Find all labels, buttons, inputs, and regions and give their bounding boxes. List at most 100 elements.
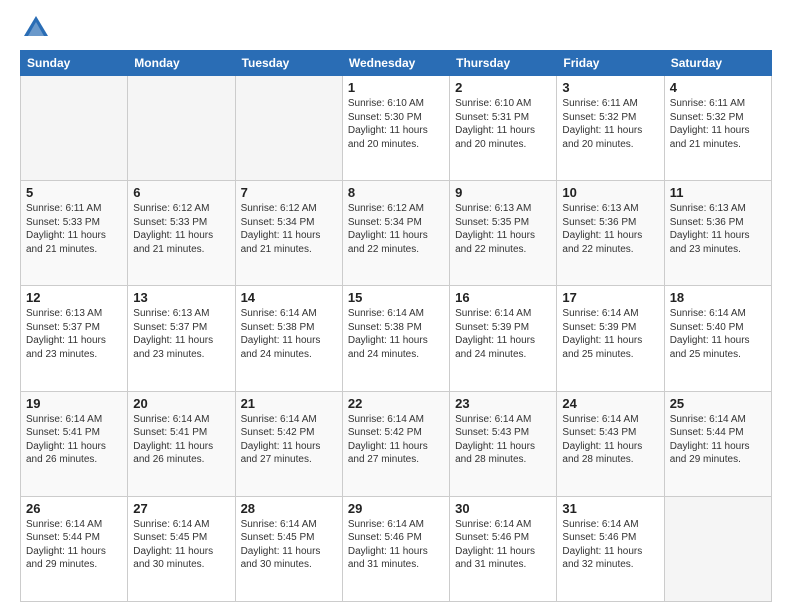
calendar-cell: 22 Sunrise: 6:14 AM Sunset: 5:42 PM Dayli… — [342, 391, 449, 496]
day-info: Sunrise: 6:13 AM Sunset: 5:37 PM Dayligh… — [26, 307, 122, 361]
day-info: Sunrise: 6:14 AM Sunset: 5:42 PM Dayligh… — [241, 413, 337, 467]
day-number: 30 — [455, 501, 551, 516]
weekday-header-friday: Friday — [557, 51, 664, 76]
logo-icon — [22, 12, 50, 40]
calendar-table: SundayMondayTuesdayWednesdayThursdayFrid… — [20, 50, 772, 602]
day-info: Sunrise: 6:11 AM Sunset: 5:33 PM Dayligh… — [26, 202, 122, 256]
day-info: Sunrise: 6:13 AM Sunset: 5:35 PM Dayligh… — [455, 202, 551, 256]
day-number: 2 — [455, 80, 551, 95]
calendar-cell: 8Sunrise: 6:12 AM Sunset: 5:34 PM Daylig… — [342, 181, 449, 286]
calendar-week-3: 12 Sunrise: 6:13 AM Sunset: 5:37 PM Dayli… — [21, 286, 772, 391]
calendar-cell: 26 Sunrise: 6:14 AM Sunset: 5:44 PM Dayli… — [21, 496, 128, 601]
day-info: Sunrise: 6:14 AM Sunset: 5:38 PM Dayligh… — [241, 307, 337, 361]
calendar-cell: 4 Sunrise: 6:11 AM Sunset: 5:32 PM Daylig… — [664, 76, 771, 181]
day-info: Sunrise: 6:11 AM Sunset: 5:32 PM Dayligh… — [562, 97, 658, 151]
weekday-header-thursday: Thursday — [450, 51, 557, 76]
calendar-cell: 13 Sunrise: 6:13 AM Sunset: 5:37 PM Dayli… — [128, 286, 235, 391]
calendar-cell — [21, 76, 128, 181]
day-info: Sunrise: 6:13 AM Sunset: 5:36 PM Dayligh… — [562, 202, 658, 256]
day-number: 20 — [133, 396, 229, 411]
day-number: 9 — [455, 185, 551, 200]
weekday-header-wednesday: Wednesday — [342, 51, 449, 76]
day-number: 17 — [562, 290, 658, 305]
calendar-week-5: 26 Sunrise: 6:14 AM Sunset: 5:44 PM Dayli… — [21, 496, 772, 601]
day-info: Sunrise: 6:14 AM Sunset: 5:45 PM Dayligh… — [133, 518, 229, 572]
calendar-cell: 14 Sunrise: 6:14 AM Sunset: 5:38 PM Dayli… — [235, 286, 342, 391]
calendar-cell: 31 Sunrise: 6:14 AM Sunset: 5:46 PM Dayli… — [557, 496, 664, 601]
calendar-cell — [128, 76, 235, 181]
day-number: 14 — [241, 290, 337, 305]
day-number: 4 — [670, 80, 766, 95]
day-number: 1 — [348, 80, 444, 95]
day-info: Sunrise: 6:14 AM Sunset: 5:44 PM Dayligh… — [670, 413, 766, 467]
day-info: Sunrise: 6:14 AM Sunset: 5:43 PM Dayligh… — [562, 413, 658, 467]
day-info: Sunrise: 6:10 AM Sunset: 5:30 PM Dayligh… — [348, 97, 444, 151]
day-info: Sunrise: 6:14 AM Sunset: 5:41 PM Dayligh… — [26, 413, 122, 467]
day-info: Sunrise: 6:14 AM Sunset: 5:42 PM Dayligh… — [348, 413, 444, 467]
day-number: 6 — [133, 185, 229, 200]
day-number: 22 — [348, 396, 444, 411]
calendar-cell: 21 Sunrise: 6:14 AM Sunset: 5:42 PM Dayli… — [235, 391, 342, 496]
day-info: Sunrise: 6:14 AM Sunset: 5:46 PM Dayligh… — [348, 518, 444, 572]
calendar-cell: 17 Sunrise: 6:14 AM Sunset: 5:39 PM Dayli… — [557, 286, 664, 391]
calendar-cell: 19Sunrise: 6:14 AM Sunset: 5:41 PM Dayli… — [21, 391, 128, 496]
day-number: 13 — [133, 290, 229, 305]
day-info: Sunrise: 6:13 AM Sunset: 5:37 PM Dayligh… — [133, 307, 229, 361]
day-number: 12 — [26, 290, 122, 305]
day-number: 10 — [562, 185, 658, 200]
day-info: Sunrise: 6:14 AM Sunset: 5:43 PM Dayligh… — [455, 413, 551, 467]
day-info: Sunrise: 6:14 AM Sunset: 5:46 PM Dayligh… — [562, 518, 658, 572]
day-number: 24 — [562, 396, 658, 411]
day-info: Sunrise: 6:14 AM Sunset: 5:38 PM Dayligh… — [348, 307, 444, 361]
day-info: Sunrise: 6:14 AM Sunset: 5:40 PM Dayligh… — [670, 307, 766, 361]
day-number: 31 — [562, 501, 658, 516]
calendar-cell: 20 Sunrise: 6:14 AM Sunset: 5:41 PM Dayli… — [128, 391, 235, 496]
calendar-cell: 27Sunrise: 6:14 AM Sunset: 5:45 PM Dayli… — [128, 496, 235, 601]
calendar-cell: 15 Sunrise: 6:14 AM Sunset: 5:38 PM Dayli… — [342, 286, 449, 391]
calendar-cell: 6 Sunrise: 6:12 AM Sunset: 5:33 PM Daylig… — [128, 181, 235, 286]
day-info: Sunrise: 6:14 AM Sunset: 5:44 PM Dayligh… — [26, 518, 122, 572]
calendar-week-4: 19Sunrise: 6:14 AM Sunset: 5:41 PM Dayli… — [21, 391, 772, 496]
calendar-cell: 9 Sunrise: 6:13 AM Sunset: 5:35 PM Daylig… — [450, 181, 557, 286]
day-number: 23 — [455, 396, 551, 411]
calendar-cell: 16Sunrise: 6:14 AM Sunset: 5:39 PM Dayli… — [450, 286, 557, 391]
header — [20, 16, 772, 40]
logo — [20, 16, 50, 40]
day-number: 5 — [26, 185, 122, 200]
day-info: Sunrise: 6:14 AM Sunset: 5:39 PM Dayligh… — [562, 307, 658, 361]
calendar-cell: 25Sunrise: 6:14 AM Sunset: 5:44 PM Dayli… — [664, 391, 771, 496]
calendar-cell: 5 Sunrise: 6:11 AM Sunset: 5:33 PM Daylig… — [21, 181, 128, 286]
day-info: Sunrise: 6:11 AM Sunset: 5:32 PM Dayligh… — [670, 97, 766, 151]
day-number: 29 — [348, 501, 444, 516]
calendar-week-2: 5 Sunrise: 6:11 AM Sunset: 5:33 PM Daylig… — [21, 181, 772, 286]
weekday-header-saturday: Saturday — [664, 51, 771, 76]
weekday-header-monday: Monday — [128, 51, 235, 76]
day-number: 16 — [455, 290, 551, 305]
day-info: Sunrise: 6:12 AM Sunset: 5:33 PM Dayligh… — [133, 202, 229, 256]
calendar-cell: 3Sunrise: 6:11 AM Sunset: 5:32 PM Daylig… — [557, 76, 664, 181]
day-number: 21 — [241, 396, 337, 411]
day-info: Sunrise: 6:14 AM Sunset: 5:41 PM Dayligh… — [133, 413, 229, 467]
day-number: 28 — [241, 501, 337, 516]
calendar-cell: 2 Sunrise: 6:10 AM Sunset: 5:31 PM Daylig… — [450, 76, 557, 181]
calendar-cell: 11 Sunrise: 6:13 AM Sunset: 5:36 PM Dayli… — [664, 181, 771, 286]
day-number: 7 — [241, 185, 337, 200]
day-number: 11 — [670, 185, 766, 200]
day-info: Sunrise: 6:12 AM Sunset: 5:34 PM Dayligh… — [241, 202, 337, 256]
calendar-cell: 18 Sunrise: 6:14 AM Sunset: 5:40 PM Dayli… — [664, 286, 771, 391]
day-info: Sunrise: 6:13 AM Sunset: 5:36 PM Dayligh… — [670, 202, 766, 256]
calendar-cell: 29 Sunrise: 6:14 AM Sunset: 5:46 PM Dayli… — [342, 496, 449, 601]
calendar-cell: 10 Sunrise: 6:13 AM Sunset: 5:36 PM Dayli… — [557, 181, 664, 286]
day-number: 8 — [348, 185, 444, 200]
day-number: 26 — [26, 501, 122, 516]
weekday-header-row: SundayMondayTuesdayWednesdayThursdayFrid… — [21, 51, 772, 76]
weekday-header-tuesday: Tuesday — [235, 51, 342, 76]
day-info: Sunrise: 6:10 AM Sunset: 5:31 PM Dayligh… — [455, 97, 551, 151]
day-number: 15 — [348, 290, 444, 305]
day-number: 18 — [670, 290, 766, 305]
calendar-cell: 30Sunrise: 6:14 AM Sunset: 5:46 PM Dayli… — [450, 496, 557, 601]
calendar-cell: 23 Sunrise: 6:14 AM Sunset: 5:43 PM Dayli… — [450, 391, 557, 496]
day-info: Sunrise: 6:14 AM Sunset: 5:45 PM Dayligh… — [241, 518, 337, 572]
calendar-week-1: 1 Sunrise: 6:10 AM Sunset: 5:30 PM Daylig… — [21, 76, 772, 181]
weekday-header-sunday: Sunday — [21, 51, 128, 76]
